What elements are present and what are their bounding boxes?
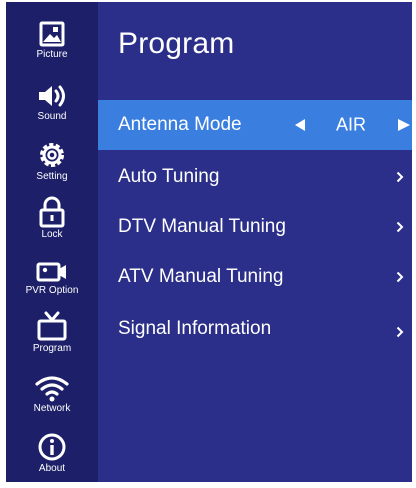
menu-item-atv-manual-tuning[interactable]: ATV Manual Tuning <box>98 252 412 302</box>
menu-item-label: ATV Manual Tuning <box>118 266 284 287</box>
menu-item-label: Signal Information <box>118 318 272 339</box>
menu-item-auto-tuning[interactable]: Auto Tuning <box>98 152 412 202</box>
sidebar-item-about[interactable]: About <box>6 432 98 474</box>
sidebar-item-sound[interactable]: Sound <box>6 82 98 122</box>
sidebar-label: PVR Option <box>25 285 79 296</box>
sidebar-item-lock[interactable]: Lock <box>6 196 98 240</box>
chevron-right-icon <box>396 221 404 233</box>
sidebar-item-setting[interactable]: Setting <box>6 140 98 182</box>
sidebar-label: Sound <box>37 111 67 122</box>
sidebar-item-picture[interactable]: Picture <box>6 20 98 60</box>
sidebar-label: Setting <box>36 171 68 182</box>
wifi-icon <box>35 376 69 402</box>
info-icon <box>38 433 66 461</box>
menu-item-label: Auto Tuning <box>118 166 220 187</box>
triangle-right-icon[interactable] <box>397 118 411 132</box>
sidebar-item-network[interactable]: Network <box>6 374 98 414</box>
sidebar-label: Network <box>33 403 71 414</box>
menu-item-dtv-manual-tuning[interactable]: DTV Manual Tuning <box>98 202 412 252</box>
menu-item-label: DTV Manual Tuning <box>118 216 286 237</box>
speaker-icon <box>39 85 65 107</box>
tv-menu-screen: Picture Sound Setting Lock PVR Option Pr… <box>6 2 412 482</box>
sidebar-label: Picture <box>36 49 68 60</box>
sidebar-label: Program <box>32 343 72 354</box>
gear-icon <box>40 143 64 167</box>
sidebar-label: About <box>38 463 66 474</box>
menu-item-label: Antenna Mode <box>118 114 242 135</box>
page-title: Program <box>118 27 235 60</box>
sidebar-item-pvr-option[interactable]: PVR Option <box>6 260 98 296</box>
chevron-right-icon <box>396 271 404 283</box>
sidebar: Picture Sound Setting Lock PVR Option Pr… <box>6 2 98 482</box>
menu-item-signal-information[interactable]: Signal Information <box>98 304 412 354</box>
menu-item-antenna-mode[interactable]: Antenna Mode AIR <box>98 100 412 150</box>
sidebar-item-program[interactable]: Program <box>6 310 98 354</box>
lock-icon <box>39 196 65 228</box>
sidebar-label: Lock <box>41 229 63 240</box>
antenna-mode-value: AIR <box>336 114 367 135</box>
picture-icon <box>39 21 65 47</box>
video-camera-icon <box>36 262 66 282</box>
chevron-right-icon <box>396 326 404 338</box>
chevron-right-icon <box>396 171 404 183</box>
program-menu: Program Antenna Mode AIR Auto Tuning DTV… <box>98 2 412 482</box>
tv-icon <box>37 311 67 341</box>
triangle-left-icon[interactable] <box>294 118 306 132</box>
